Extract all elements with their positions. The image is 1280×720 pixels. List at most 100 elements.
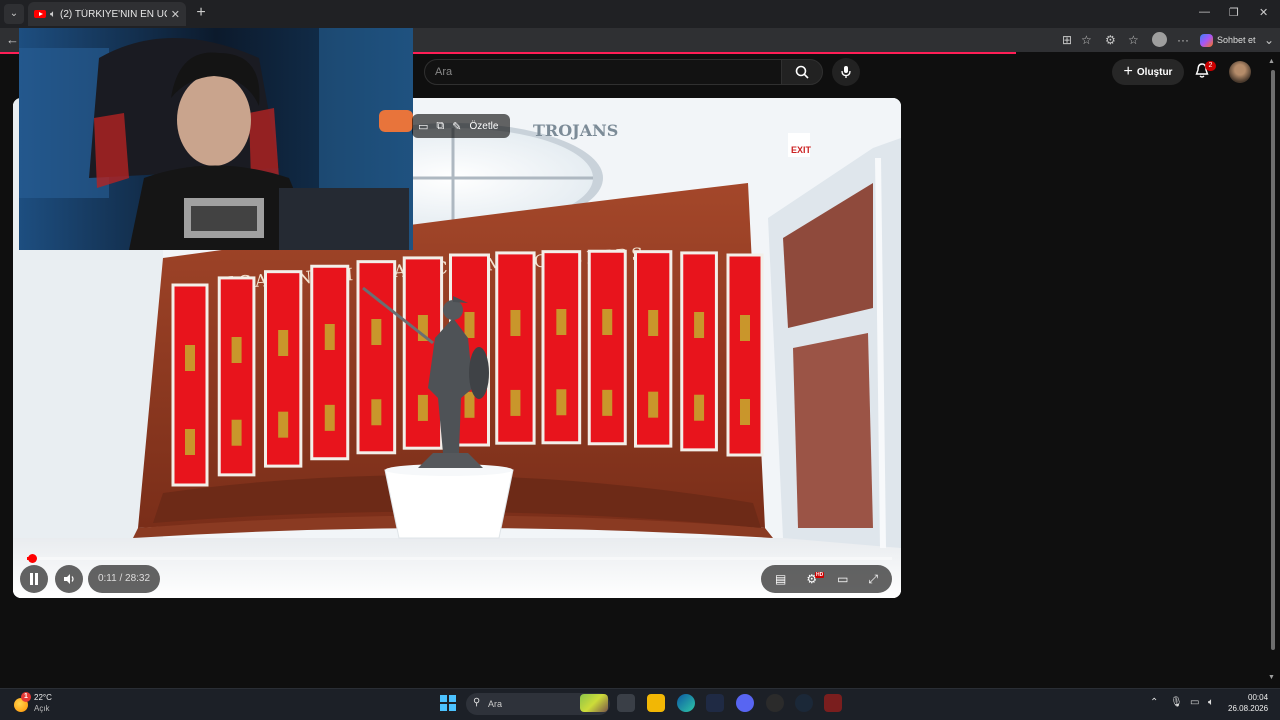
discord-icon[interactable] — [736, 694, 754, 712]
speaker-icon[interactable]: 🔈︎ — [50, 9, 56, 20]
trophy — [602, 389, 613, 416]
minimize-icon[interactable]: — — [1199, 6, 1210, 18]
weather-badge: 1 — [21, 692, 31, 702]
search-icon: ⚲ — [473, 697, 481, 708]
favorites-list-icon[interactable]: ☆ — [1128, 33, 1139, 47]
account-avatar[interactable] — [1229, 61, 1251, 83]
trophy — [740, 399, 750, 425]
subtitles-icon[interactable]: ▤ — [775, 572, 786, 586]
time-display: 0:11 / 28:32 — [88, 565, 160, 593]
clock-date[interactable]: 26.08.2026 — [1228, 704, 1268, 713]
app-available-icon[interactable]: ⊞ — [1062, 33, 1072, 47]
obs-icon[interactable] — [766, 694, 784, 712]
clock-time[interactable]: 00:04 — [1248, 693, 1268, 702]
scroll-down-icon[interactable]: ▼ — [1268, 674, 1275, 681]
microphone-icon — [841, 66, 851, 78]
tab-title: (2) TÜRKİYE'NİN EN UCUZ Çİ — [60, 8, 167, 20]
trophy — [371, 319, 382, 345]
copilot-icon — [1200, 33, 1213, 47]
hd-badge: HD — [815, 572, 825, 578]
tray-chevron-up-icon[interactable]: ⌃ — [1150, 697, 1158, 708]
playlist-add-icon[interactable]: ⧉ — [436, 120, 444, 133]
trophy — [185, 429, 195, 455]
search-icon — [795, 65, 809, 79]
mute-button[interactable] — [55, 565, 83, 593]
notification-badge: 2 — [1205, 61, 1216, 71]
tray-volume-icon[interactable]: 🔈︎ — [1208, 697, 1214, 708]
search-button[interactable] — [781, 59, 823, 85]
create-label: Oluştur — [1136, 66, 1173, 78]
copilot-button[interactable]: Sohbet et — [1200, 31, 1256, 49]
trophy — [324, 324, 335, 350]
browser-tab-active[interactable]: 🔈︎ (2) TÜRKİYE'NİN EN UCUZ Çİ ✕ — [28, 2, 186, 26]
favorite-star-icon[interactable]: ☆ — [1081, 33, 1092, 47]
more-menu-icon[interactable]: ··· — [1177, 33, 1189, 47]
restore-icon[interactable]: ❐ — [1229, 6, 1239, 19]
vscode-icon[interactable] — [706, 694, 724, 712]
new-tab-button[interactable]: + — [193, 4, 209, 22]
video-progress-bar[interactable] — [27, 557, 892, 560]
profile-avatar[interactable] — [1152, 32, 1167, 47]
volume-icon — [64, 574, 74, 584]
scrollbar-thumb[interactable] — [1271, 70, 1275, 650]
youtube-favicon-icon — [34, 10, 46, 18]
fullscreen-icon[interactable]: ⤢ — [868, 572, 878, 587]
trophy — [648, 310, 659, 336]
theater-mode-icon[interactable]: ▭ — [837, 572, 848, 586]
plus-icon: + — [1123, 63, 1133, 80]
trophy — [740, 315, 750, 341]
steam-icon[interactable] — [795, 694, 813, 712]
pause-icon — [30, 573, 38, 585]
trophy — [231, 419, 242, 446]
browser-tab-strip: ⌄ 🔈︎ (2) TÜRKİYE'NİN EN UCUZ Çİ ✕ + — ❐ … — [0, 0, 1280, 28]
trophy — [648, 391, 659, 418]
tray-display-icon[interactable]: ▭ — [1190, 697, 1199, 708]
tab-list-button[interactable]: ⌄ — [4, 4, 24, 24]
tray-microphone-icon[interactable]: 🎙︎ — [1170, 697, 1183, 708]
trophy — [371, 399, 382, 426]
ceiling-text: TROJANS — [533, 121, 618, 140]
trophy — [556, 309, 567, 335]
webcam-feed — [19, 28, 413, 250]
page-scrollbar[interactable]: ▲ ▼ — [1268, 56, 1278, 686]
search-input[interactable]: Ara — [424, 59, 782, 85]
trophy — [694, 394, 705, 421]
miniplayer-icon[interactable]: ▭ — [418, 120, 428, 133]
trophy — [464, 391, 475, 418]
weather-temperature[interactable]: 22°C — [34, 693, 52, 702]
trophy — [694, 312, 705, 338]
chevron-down-icon: ⌄ — [9, 8, 19, 19]
file-explorer-icon[interactable] — [647, 694, 665, 712]
trophy — [231, 337, 242, 363]
extensions-icon[interactable]: ⚙︎ — [1105, 33, 1116, 47]
summarize-button[interactable]: Özetle — [469, 121, 498, 132]
task-view-icon[interactable] — [617, 694, 635, 712]
windows-start-icon[interactable] — [440, 695, 456, 711]
summarize-icon[interactable]: ✎ — [452, 120, 461, 133]
chevron-down-icon[interactable]: ⌄ — [1264, 33, 1274, 47]
trophy — [185, 345, 195, 371]
scroll-up-icon[interactable]: ▲ — [1268, 58, 1275, 65]
trophy — [602, 309, 613, 335]
video-scrubber-handle[interactable] — [28, 554, 38, 563]
trophy — [510, 310, 521, 336]
back-arrow-icon[interactable]: ← — [6, 32, 19, 47]
video-toolbar-pill: ▭ ⧉ ✎ Özetle — [412, 114, 510, 138]
windows-taskbar — [0, 688, 1280, 720]
trophy — [464, 312, 475, 338]
trophy — [324, 404, 335, 431]
webcam-overlay — [19, 28, 413, 250]
search-highlight-image[interactable] — [580, 694, 608, 712]
edge-browser-icon[interactable] — [677, 694, 695, 712]
exit-sign-text: EXIT — [791, 145, 812, 155]
create-button[interactable]: + Oluştur — [1112, 59, 1184, 85]
shield-app-icon[interactable] — [824, 694, 842, 712]
player-right-controls: ▤ ⚙︎ ▭ ⤢ — [761, 565, 892, 593]
weather-description[interactable]: Açık — [34, 704, 50, 713]
window-close-icon[interactable]: ✕ — [1259, 6, 1268, 19]
trophy — [556, 389, 567, 416]
tab-close-icon[interactable]: ✕ — [171, 8, 180, 21]
pause-button[interactable] — [20, 565, 48, 593]
trophy — [510, 389, 521, 416]
voice-search-button[interactable] — [832, 58, 860, 86]
